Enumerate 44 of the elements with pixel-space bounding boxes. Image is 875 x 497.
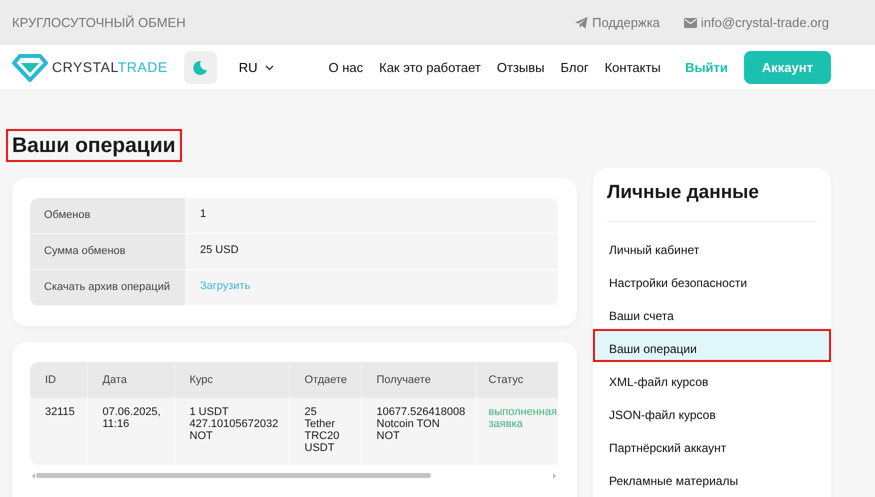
sidebar-item[interactable]: Ваши операции: [593, 328, 831, 362]
table-cell: выполненная заявка: [476, 398, 558, 465]
table-cell: 25 Tether TRC20 USDT: [289, 398, 361, 465]
sidebar-title: Личные данные: [607, 182, 817, 222]
column-header: ID: [30, 362, 87, 398]
table-cell: 1 USDT 427.10105672032 NOT: [174, 398, 289, 465]
summary-value: 25 USD: [200, 244, 239, 256]
language-dropdown[interactable]: RU: [232, 56, 280, 78]
nav-link[interactable]: О нас: [328, 58, 364, 78]
sidebar-item[interactable]: XML-файл курсов: [593, 362, 831, 395]
nav-link[interactable]: Контакты: [604, 58, 661, 78]
sidebar-item[interactable]: Личный кабинет: [593, 230, 831, 263]
column-header: Статус: [476, 362, 558, 398]
summary-value: 1: [200, 208, 206, 220]
summary-label: Сумма обменов: [30, 234, 185, 270]
table-cell: 32115: [30, 398, 87, 465]
column-header: Дата: [87, 362, 174, 398]
column-header: Отдаете: [289, 362, 361, 398]
sidebar-item[interactable]: Настройки безопасности: [593, 262, 831, 296]
nav-link[interactable]: Как это работает: [379, 58, 481, 78]
chevron-down-icon: [265, 64, 274, 70]
scrollbar[interactable]: [30, 471, 558, 482]
table-cell: 10677.526418008 Notcoin TON NOT: [361, 398, 476, 465]
moon-icon: [192, 60, 208, 76]
nav-link[interactable]: Отзывы: [496, 58, 544, 78]
theme-toggle-button[interactable]: [184, 51, 217, 84]
sidebar-item[interactable]: JSON-файл курсов: [593, 394, 831, 428]
nav-link[interactable]: Блог: [560, 58, 589, 78]
logo[interactable]: CRYSTALTRADE: [12, 54, 168, 82]
envelope-icon: [684, 18, 697, 28]
email-link[interactable]: info@crystal-trade.org: [684, 12, 829, 32]
column-header: Получаете: [361, 362, 476, 398]
summary-label: Обменов: [30, 198, 185, 234]
diamond-icon: [12, 54, 48, 82]
summary-label: Скачать архив операций: [30, 270, 185, 306]
page-heading: Ваши операции: [6, 129, 182, 162]
sidebar-item[interactable]: Ваши счета: [593, 296, 831, 329]
sidebar-item[interactable]: Партнёрский аккаунт: [593, 428, 831, 461]
support-link[interactable]: Поддержка: [575, 12, 660, 32]
column-header: Курс: [174, 362, 289, 398]
tagline: КРУГЛОСУТОЧНЫЙ ОБМЕН: [12, 14, 186, 32]
table-cell: 07.06.2025, 11:16: [87, 398, 174, 465]
sidebar-item[interactable]: Рекламные материалы: [593, 460, 831, 494]
paper-plane-icon: [575, 16, 588, 28]
